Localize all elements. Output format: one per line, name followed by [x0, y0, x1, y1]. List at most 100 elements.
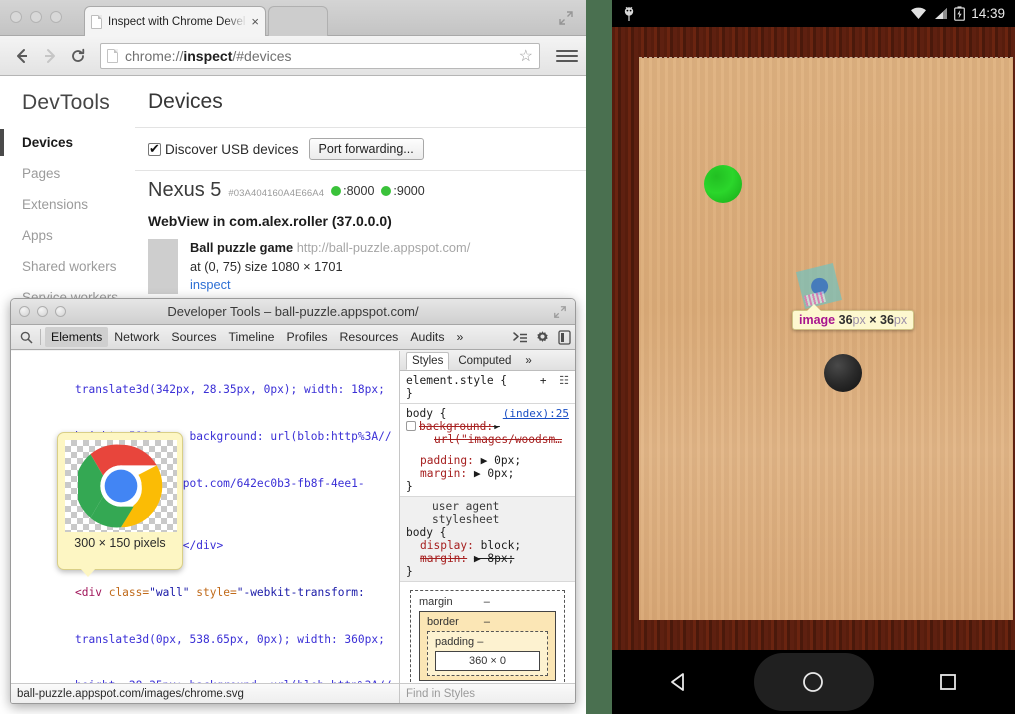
- declaration-value-wrap: url("images/woodsm…: [406, 433, 569, 446]
- box-model-diagram[interactable]: margin – border – padding – 360 × 0: [410, 590, 565, 683]
- battery-charging-icon: [954, 6, 965, 21]
- forward-button[interactable]: [36, 42, 64, 70]
- target-metadata: Ball puzzle game http://ball-puzzle.apps…: [190, 239, 470, 295]
- nav-back-button[interactable]: [644, 671, 714, 693]
- reload-button[interactable]: [64, 42, 92, 70]
- tab-computed[interactable]: Computed: [453, 353, 516, 369]
- declaration-name: display:: [406, 539, 474, 552]
- element-style-rule[interactable]: element.style { + ☷ }: [400, 371, 575, 404]
- rule-close-brace: }: [406, 480, 569, 493]
- tab-profiles[interactable]: Profiles: [281, 327, 334, 347]
- tooltip-tag-name: image: [799, 313, 835, 327]
- tab-overflow-button[interactable]: »: [451, 327, 470, 347]
- tab-timeline[interactable]: Timeline: [223, 327, 281, 347]
- device-serial: #03A404160A4E66A4: [228, 188, 324, 199]
- url-scheme: chrome://: [125, 48, 183, 64]
- status-dot-icon: [381, 186, 391, 196]
- port-forwarding-button[interactable]: Port forwarding...: [309, 138, 424, 160]
- box-model-padding: padding – 360 × 0: [427, 631, 548, 676]
- tab-resources[interactable]: Resources: [334, 327, 405, 347]
- find-in-styles-input[interactable]: Find in Styles: [400, 683, 575, 703]
- console-drawer-icon[interactable]: [509, 331, 531, 344]
- inspect-link[interactable]: inspect: [190, 277, 231, 292]
- declaration-name: margin:: [406, 552, 467, 565]
- devtools-tab-bar: Elements Network Sources Timeline Profil…: [11, 325, 575, 350]
- back-button[interactable]: [8, 42, 36, 70]
- tab-audits[interactable]: Audits: [404, 327, 450, 347]
- element-state-icon[interactable]: ☷: [559, 374, 569, 387]
- box-model-border: border – padding – 360 × 0: [419, 611, 556, 681]
- css-declaration-margin-ua: margin: ▶ 8px;: [406, 552, 569, 565]
- sidebar-item-label: Extensions: [22, 197, 88, 212]
- devtools-title-bar: Developer Tools – ball-puzzle.appspot.co…: [11, 299, 575, 325]
- target-geometry: at (0, 75) size 1080 × 1701: [190, 258, 470, 277]
- body-rule[interactable]: body { (index):25 background:▸ url("imag…: [400, 404, 575, 497]
- close-window-button[interactable]: [19, 306, 30, 317]
- sidebar-item-extensions[interactable]: Extensions: [0, 189, 135, 220]
- rule-source-link[interactable]: (index):25: [503, 407, 569, 420]
- fullscreen-icon[interactable]: [558, 10, 574, 26]
- screenshot-root: Inspect with Chrome Devel × chrome://ins…: [0, 0, 1015, 714]
- css-declaration-padding[interactable]: padding: ▶ 0px;: [406, 454, 569, 467]
- page-info-icon[interactable]: [107, 49, 118, 63]
- css-declaration-background[interactable]: background:▸: [406, 420, 569, 433]
- port-label: :8000: [343, 184, 374, 198]
- recents-square-icon: [938, 672, 958, 692]
- declaration-name: padding:: [406, 454, 474, 467]
- gear-icon[interactable]: [531, 330, 553, 345]
- sidebar-item-apps[interactable]: Apps: [0, 220, 135, 251]
- tab-styles[interactable]: Styles: [406, 352, 449, 370]
- search-icon[interactable]: [16, 331, 36, 344]
- dom-attr: style=: [196, 586, 236, 599]
- css-declaration-display: display: block;: [406, 539, 569, 552]
- discover-usb-devices-checkbox[interactable]: Discover USB devices: [148, 142, 299, 157]
- tooltip-height: 36: [880, 313, 894, 327]
- tab-network[interactable]: Network: [108, 327, 165, 347]
- close-tab-icon[interactable]: ×: [251, 15, 259, 28]
- tab-sources[interactable]: Sources: [165, 327, 222, 347]
- browser-tab[interactable]: Inspect with Chrome Devel ×: [84, 6, 266, 36]
- devtools-fullscreen-icon[interactable]: [553, 305, 567, 319]
- box-model-border-label: border: [427, 616, 459, 628]
- dom-value: "-webkit-transform:: [237, 586, 365, 599]
- black-ball[interactable]: [824, 354, 862, 392]
- declaration-name: background:: [419, 420, 493, 433]
- add-rule-icon[interactable]: +: [540, 374, 547, 387]
- new-tab-button[interactable]: [268, 6, 328, 36]
- sidebar-item-shared-workers[interactable]: Shared workers: [0, 251, 135, 282]
- declaration-expand-icon[interactable]: ▸: [493, 420, 500, 433]
- home-circle-icon: [801, 670, 825, 694]
- box-model-margin-label: margin: [419, 596, 453, 608]
- dom-line: <div class="wall" style="-webkit-transfo…: [11, 585, 395, 601]
- nav-recents-button[interactable]: [913, 672, 983, 692]
- window-controls[interactable]: [10, 11, 62, 23]
- minimize-window-button[interactable]: [37, 306, 48, 317]
- sidebar-item-label: Apps: [22, 228, 53, 243]
- address-bar[interactable]: chrome://inspect/#devices ☆: [100, 43, 540, 69]
- divider: [40, 329, 41, 345]
- tab-elements[interactable]: Elements: [45, 327, 108, 347]
- css-declaration-margin[interactable]: margin: ▶ 0px;: [406, 467, 569, 480]
- bookmark-star-icon[interactable]: ☆: [519, 46, 533, 66]
- checkbox-checked-icon[interactable]: [148, 143, 161, 156]
- back-triangle-icon: [668, 671, 690, 693]
- chrome-menu-icon[interactable]: [556, 50, 578, 62]
- android-robot-icon: [622, 6, 636, 22]
- maximize-window-button[interactable]: [50, 11, 62, 23]
- sidebar-item-pages[interactable]: Pages: [0, 158, 135, 189]
- declaration-toggle-checkbox[interactable]: [406, 421, 416, 431]
- dock-side-icon[interactable]: [553, 330, 575, 345]
- minimize-window-button[interactable]: [30, 11, 42, 23]
- android-device-mirror: 14:39 image 36px × 36px: [586, 0, 1015, 714]
- nav-home-button[interactable]: [778, 670, 848, 694]
- green-ball[interactable]: [704, 165, 742, 203]
- sidebar-item-devices[interactable]: Devices: [0, 127, 135, 158]
- close-window-button[interactable]: [10, 11, 22, 23]
- devtools-window-controls[interactable]: [19, 306, 66, 317]
- devtools-window-title: Developer Tools – ball-puzzle.appspot.co…: [11, 304, 575, 319]
- styles-tab-overflow[interactable]: »: [520, 353, 536, 369]
- page-favicon-icon: [91, 15, 102, 29]
- tooltip-width: 36: [839, 313, 853, 327]
- rule-actions[interactable]: + ☷: [540, 374, 569, 387]
- maximize-window-button[interactable]: [55, 306, 66, 317]
